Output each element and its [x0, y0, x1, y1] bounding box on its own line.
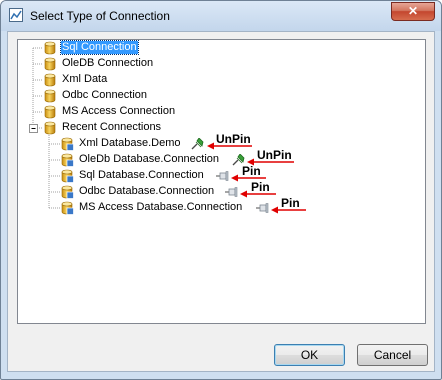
connection-tree[interactable]: Sql Connection OleDB Connection Xml Data — [17, 39, 426, 324]
dialog-window: Select Type of Connection ✕ Sql Connecti… — [0, 0, 442, 380]
dialog-title: Select Type of Connection — [30, 9, 170, 23]
annotation-label: UnPin — [257, 148, 292, 162]
ok-button[interactable]: OK — [274, 344, 345, 366]
annotation-label: Pin — [281, 196, 300, 210]
dialog-body: Sql Connection OleDB Connection Xml Data — [7, 31, 435, 372]
close-button[interactable]: ✕ — [391, 2, 435, 21]
annotation-label: Pin — [242, 164, 261, 178]
annotation-arrows — [207, 142, 306, 214]
annotation-label: Pin — [251, 180, 270, 194]
title-bar[interactable]: Select Type of Connection ✕ — [1, 1, 441, 31]
annotation-label: UnPin — [216, 132, 251, 146]
cancel-button[interactable]: Cancel — [357, 344, 428, 366]
dialog-app-icon — [9, 8, 23, 22]
close-icon: ✕ — [407, 4, 419, 18]
